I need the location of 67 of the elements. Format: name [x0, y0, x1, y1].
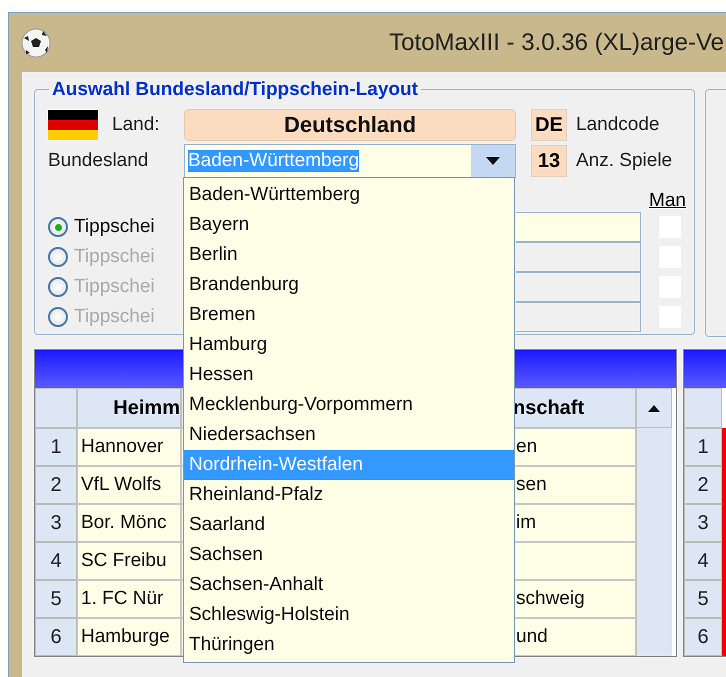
- group-title: Auswahl Bundesland/Tippschein-Layout: [49, 79, 421, 101]
- dropdown-item[interactable]: Niedersachsen: [184, 420, 514, 450]
- table-cell: SC Freibu: [77, 542, 181, 580]
- flag-icon: [48, 110, 98, 140]
- row-number: 4: [35, 542, 77, 580]
- layout-label: Tippschei: [74, 246, 155, 268]
- land-label: Land:: [112, 114, 160, 136]
- dropdown-item[interactable]: Rheinland-Pfalz: [184, 480, 514, 510]
- row-number: 1: [35, 428, 77, 466]
- table-cell: schweig: [512, 580, 636, 618]
- table-cell: 1. FC Nür: [77, 580, 181, 618]
- up-arrow-icon: [648, 404, 660, 412]
- layout-label: Tippschei: [74, 306, 155, 328]
- dropdown-item[interactable]: Thüringen: [184, 630, 514, 660]
- bundesland-label: Bundesland: [48, 150, 148, 172]
- table-cell: sen: [512, 466, 636, 504]
- scroll-up-button[interactable]: [636, 388, 672, 428]
- table-cell: Hannover: [77, 428, 181, 466]
- window-title: TotoMaxIII - 3.0.36 (XL)arge-Ve: [389, 28, 724, 56]
- row-number: 6: [684, 618, 722, 656]
- caret-icon: [486, 157, 500, 165]
- table-cell: VfL Wolfs: [77, 466, 181, 504]
- row-number: 2: [35, 466, 77, 504]
- column-header: Heimm: [77, 388, 181, 428]
- dropdown-item[interactable]: Schleswig-Holstein: [184, 600, 514, 630]
- dropdown-item[interactable]: Hessen: [184, 360, 514, 390]
- row-number: 2: [684, 466, 722, 504]
- combo-value: Baden-Württemberg: [188, 150, 360, 172]
- radio-button[interactable]: [48, 217, 68, 237]
- soccer-ball-icon: [21, 28, 51, 58]
- landcode-field: DE: [531, 109, 567, 141]
- row-number: 1: [684, 428, 722, 466]
- dropdown-item[interactable]: Brandenburg: [184, 270, 514, 300]
- layout-field[interactable]: [516, 272, 641, 302]
- table-cell: en: [512, 428, 636, 466]
- layout-field[interactable]: [516, 212, 641, 242]
- games-count-field: 13: [531, 145, 567, 177]
- row-number: 3: [35, 504, 77, 542]
- row-number: 5: [684, 580, 722, 618]
- table-cell: und: [512, 618, 636, 656]
- landcode-label: Landcode: [576, 114, 660, 136]
- column-header: nschaft: [512, 388, 636, 428]
- dropdown-item[interactable]: Baden-Württemberg: [184, 180, 514, 210]
- layout-label: Tippschei: [74, 276, 155, 298]
- dropdown-item[interactable]: Bremen: [184, 300, 514, 330]
- games-count-label: Anz. Spiele: [576, 150, 674, 172]
- man-label: Man: [649, 190, 686, 212]
- corner-cell: [684, 388, 722, 428]
- country-field: Deutschland: [184, 109, 516, 141]
- dropdown-item[interactable]: Mecklenburg-Vorpommern: [184, 390, 514, 420]
- table-cell: Hamburge: [77, 618, 181, 656]
- dropdown-item[interactable]: Berlin: [184, 240, 514, 270]
- row-number: 3: [684, 504, 722, 542]
- dropdown-item[interactable]: Hamburg: [184, 330, 514, 360]
- row-number: 4: [684, 542, 722, 580]
- dropdown-item[interactable]: Bayern: [184, 210, 514, 240]
- table-cell: im: [512, 504, 636, 542]
- corner-cell: [35, 388, 77, 428]
- layout-label: Tippschei: [74, 216, 155, 238]
- dropdown-button[interactable]: [471, 145, 515, 177]
- layout-field[interactable]: [516, 302, 641, 332]
- table-header-bar: [684, 350, 726, 388]
- table-cell: Bor. Mönc: [77, 504, 181, 542]
- layout-field[interactable]: [516, 242, 641, 272]
- row-number: 5: [35, 580, 77, 618]
- row-number: 6: [35, 618, 77, 656]
- dropdown-item[interactable]: Sachsen-Anhalt: [184, 570, 514, 600]
